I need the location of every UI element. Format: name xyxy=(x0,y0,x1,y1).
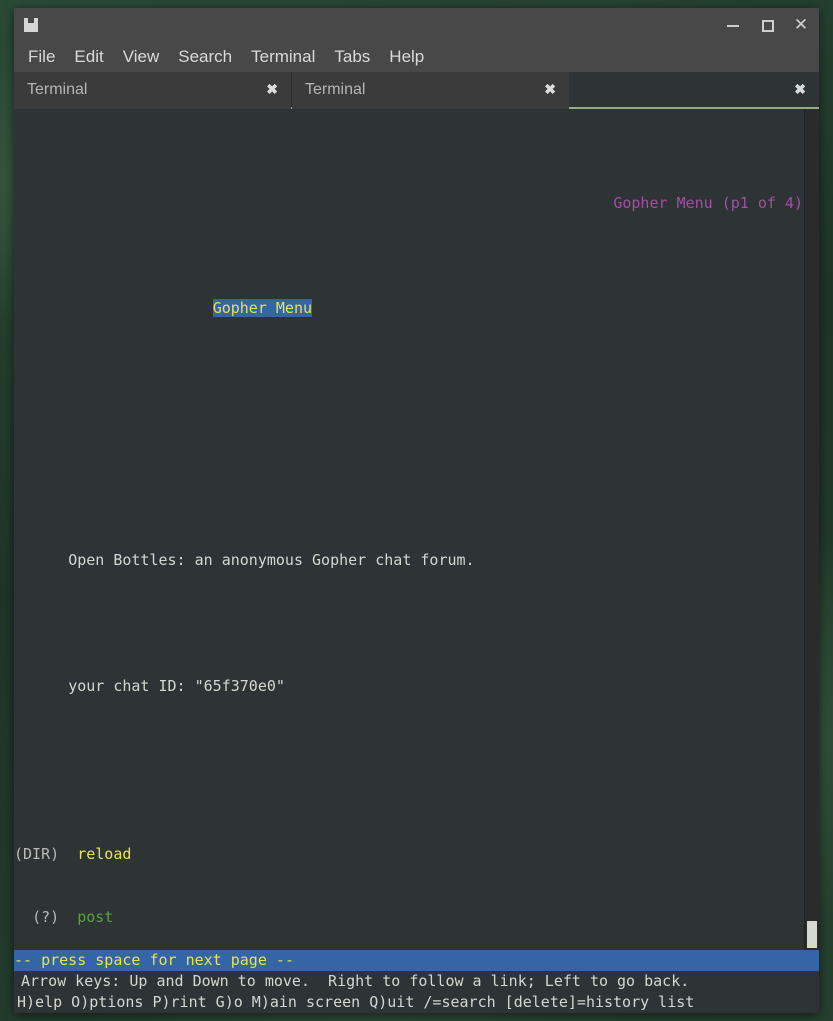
menu-item-view[interactable]: View xyxy=(123,47,160,67)
terminal-row-blank xyxy=(14,739,804,760)
menu-item-tabs[interactable]: Tabs xyxy=(334,47,370,67)
terminal-screen[interactable]: Gopher Menu (p1 of 4) Gopher Menu Open B… xyxy=(14,109,804,950)
terminal-row: Gopher Menu xyxy=(14,298,804,319)
terminal-row-blank xyxy=(14,445,804,466)
tabbar: Terminal ✖ Terminal ✖ ✖ xyxy=(14,72,819,109)
chat-id-text: your chat ID: "65f370e0" xyxy=(68,677,285,695)
close-icon[interactable]: ✖ xyxy=(544,81,556,98)
terminal-row: Open Bottles: an anonymous Gopher chat f… xyxy=(14,550,804,571)
entry-type-label: (DIR) xyxy=(14,845,60,863)
terminal-footer: -- press space for next page -- Arrow ke… xyxy=(14,950,819,1013)
terminal-scrollbar[interactable] xyxy=(804,109,819,950)
help-line-2: H)elp O)ptions P)rint G)o M)ain screen Q… xyxy=(17,993,695,1011)
menubar: File Edit View Search Terminal Tabs Help xyxy=(14,41,819,72)
tab-terminal-1[interactable]: Terminal ✖ xyxy=(14,72,291,109)
tab-terminal-3-active[interactable]: ✖ xyxy=(569,72,819,107)
terminal-row-blank xyxy=(14,613,804,634)
terminal-row: your chat ID: "65f370e0" xyxy=(14,676,804,697)
close-icon[interactable]: ✕ xyxy=(791,15,811,35)
menu-item-help[interactable]: Help xyxy=(389,47,424,67)
window-controls: ✕ xyxy=(723,8,811,41)
gopher-menu-item-post[interactable]: (?) post xyxy=(14,907,804,928)
terminal-window: ✕ File Edit View Search Terminal Tabs He… xyxy=(14,8,819,1013)
tab-label: Terminal xyxy=(305,80,366,98)
help-line-1: Arrow keys: Up and Down to move. Right t… xyxy=(21,972,690,990)
menu-item-edit[interactable]: Edit xyxy=(74,47,103,67)
terminal-row-blank xyxy=(14,382,804,403)
terminal-row: Gopher Menu (p1 of 4) xyxy=(14,193,804,214)
terminal-icon xyxy=(24,17,38,32)
minimize-button[interactable] xyxy=(723,15,743,35)
gopher-page-header: Gopher Menu (p1 of 4) xyxy=(613,194,803,212)
entry-type-label: (?) xyxy=(32,908,60,926)
window-titlebar: ✕ xyxy=(14,8,819,41)
tab-terminal-2[interactable]: Terminal ✖ xyxy=(292,72,569,109)
menu-item-file[interactable]: File xyxy=(28,47,55,67)
status-line: -- press space for next page -- xyxy=(14,950,819,971)
maximize-button[interactable] xyxy=(757,15,777,35)
close-icon[interactable]: ✖ xyxy=(794,81,806,98)
close-icon[interactable]: ✖ xyxy=(266,81,278,98)
entry-link-label[interactable]: post xyxy=(77,908,113,926)
terminal-viewport: Gopher Menu (p1 of 4) Gopher Menu Open B… xyxy=(14,109,819,950)
scrollbar-thumb[interactable] xyxy=(807,921,817,948)
menu-item-terminal[interactable]: Terminal xyxy=(251,47,315,67)
gopher-menu-item-reload[interactable]: (DIR) reload xyxy=(14,844,804,865)
intro-text: Open Bottles: an anonymous Gopher chat f… xyxy=(68,551,475,569)
tab-label: Terminal xyxy=(27,80,88,98)
page-title: Gopher Menu xyxy=(212,299,313,317)
menu-item-search[interactable]: Search xyxy=(178,47,232,67)
entry-link-label[interactable]: reload xyxy=(77,845,131,863)
